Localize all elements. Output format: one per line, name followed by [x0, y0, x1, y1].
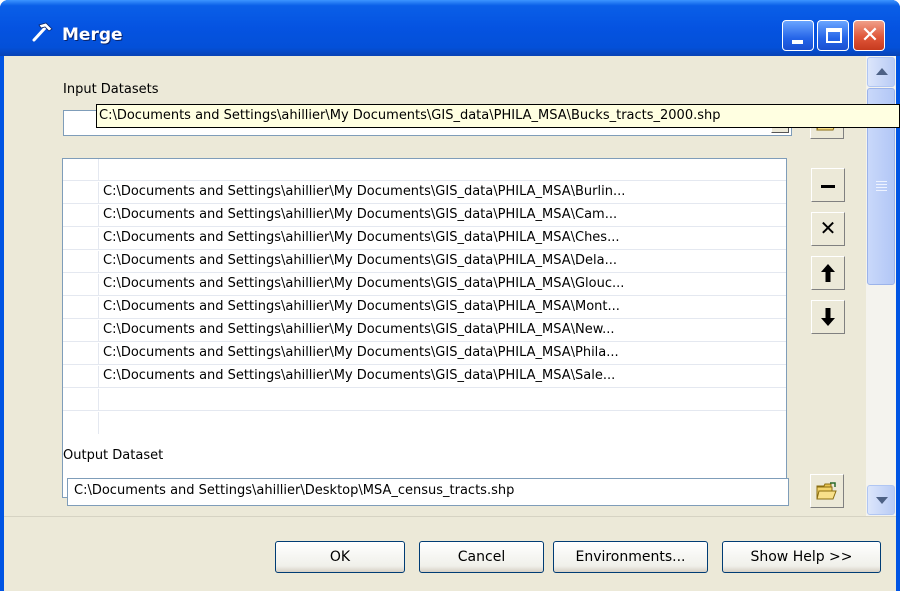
delete-x-icon: ✕	[819, 216, 837, 240]
row-gutter	[63, 366, 99, 388]
list-item[interactable]: C:\Documents and Settings\ahillier\My Do…	[63, 320, 786, 342]
remove-button[interactable]: ✕	[811, 212, 845, 246]
hammer-icon	[30, 20, 56, 44]
chevron-down-icon	[876, 497, 888, 504]
list-item[interactable]	[63, 159, 786, 181]
output-dataset-field[interactable]: C:\Documents and Settings\ahillier\Deskt…	[67, 478, 789, 506]
list-item-path: C:\Documents and Settings\ahillier\My Do…	[103, 276, 625, 291]
row-gutter	[63, 412, 99, 434]
dialog-client-area: Input Datasets C:\Documents and Settings…	[4, 56, 896, 591]
list-item[interactable]: C:\Documents and Settings\ahillier\My Do…	[63, 205, 786, 227]
list-item[interactable]: C:\Documents and Settings\ahillier\My Do…	[63, 366, 786, 388]
merge-dialog-window: Merge ✕ Input Datasets C:\Documents and …	[0, 0, 900, 591]
row-gutter	[63, 228, 99, 250]
row-gutter	[63, 182, 99, 204]
browse-output-button[interactable]	[810, 474, 844, 508]
scroll-down-button[interactable]	[867, 485, 895, 515]
move-up-button[interactable]	[811, 256, 845, 290]
list-item-path: C:\Documents and Settings\ahillier\My Do…	[103, 299, 620, 314]
thumb-grip	[876, 190, 887, 191]
environments-button[interactable]: Environments...	[553, 541, 708, 573]
row-gutter	[63, 251, 99, 273]
row-gutter	[63, 389, 99, 411]
cancel-button[interactable]: Cancel	[419, 541, 544, 573]
row-gutter	[63, 159, 99, 181]
list-item-path: C:\Documents and Settings\ahillier\My Do…	[103, 253, 617, 268]
input-datasets-list[interactable]: C:\Documents and Settings\ahillier\My Do…	[62, 158, 787, 498]
arrow-up-icon	[820, 264, 836, 288]
minimize-button[interactable]	[782, 20, 814, 51]
row-gutter	[63, 320, 99, 342]
output-dataset-label: Output Dataset	[63, 448, 164, 463]
input-datasets-label: Input Datasets	[63, 82, 159, 97]
list-item-path: C:\Documents and Settings\ahillier\My Do…	[103, 184, 626, 199]
title-bar[interactable]: Merge ✕	[0, 0, 900, 56]
dialog-footer: OK Cancel Environments... Show Help >>	[4, 516, 896, 591]
close-icon: ✕	[860, 23, 880, 48]
maximize-icon	[826, 28, 842, 43]
list-item-path: C:\Documents and Settings\ahillier\My Do…	[103, 230, 620, 245]
ok-button[interactable]: OK	[275, 541, 405, 573]
arrow-down-icon	[820, 308, 836, 332]
list-item[interactable]: C:\Documents and Settings\ahillier\My Do…	[63, 297, 786, 319]
minimize-icon	[792, 40, 803, 44]
list-item-empty[interactable]	[63, 389, 786, 411]
chevron-up-icon	[876, 68, 888, 75]
list-item-path: C:\Documents and Settings\ahillier\My Do…	[103, 322, 615, 337]
list-item-empty[interactable]	[63, 412, 786, 434]
list-item[interactable]: C:\Documents and Settings\ahillier\My Do…	[63, 182, 786, 204]
move-down-button[interactable]	[811, 300, 845, 334]
scroll-up-button[interactable]	[867, 57, 895, 87]
add-row-button[interactable]	[811, 168, 845, 202]
list-item-path: C:\Documents and Settings\ahillier\My Do…	[103, 368, 616, 383]
close-button[interactable]: ✕	[853, 20, 885, 51]
thumb-grip	[876, 181, 887, 182]
list-item[interactable]: C:\Documents and Settings\ahillier\My Do…	[63, 274, 786, 296]
show-help-button[interactable]: Show Help >>	[722, 541, 881, 573]
thumb-grip	[876, 184, 887, 185]
path-tooltip: C:\Documents and Settings\ahillier\My Do…	[96, 104, 900, 128]
row-gutter	[63, 274, 99, 296]
window-title: Merge	[62, 25, 123, 45]
add-icon	[821, 185, 835, 188]
list-item[interactable]: C:\Documents and Settings\ahillier\My Do…	[63, 343, 786, 365]
thumb-grip	[876, 187, 887, 188]
list-item-path: C:\Documents and Settings\ahillier\My Do…	[103, 207, 618, 222]
list-item[interactable]: C:\Documents and Settings\ahillier\My Do…	[63, 228, 786, 250]
list-item[interactable]: C:\Documents and Settings\ahillier\My Do…	[63, 251, 786, 273]
list-item-path: C:\Documents and Settings\ahillier\My Do…	[103, 345, 619, 360]
row-gutter	[63, 343, 99, 365]
row-gutter	[63, 205, 99, 227]
maximize-button[interactable]	[817, 20, 849, 51]
row-gutter	[63, 297, 99, 319]
